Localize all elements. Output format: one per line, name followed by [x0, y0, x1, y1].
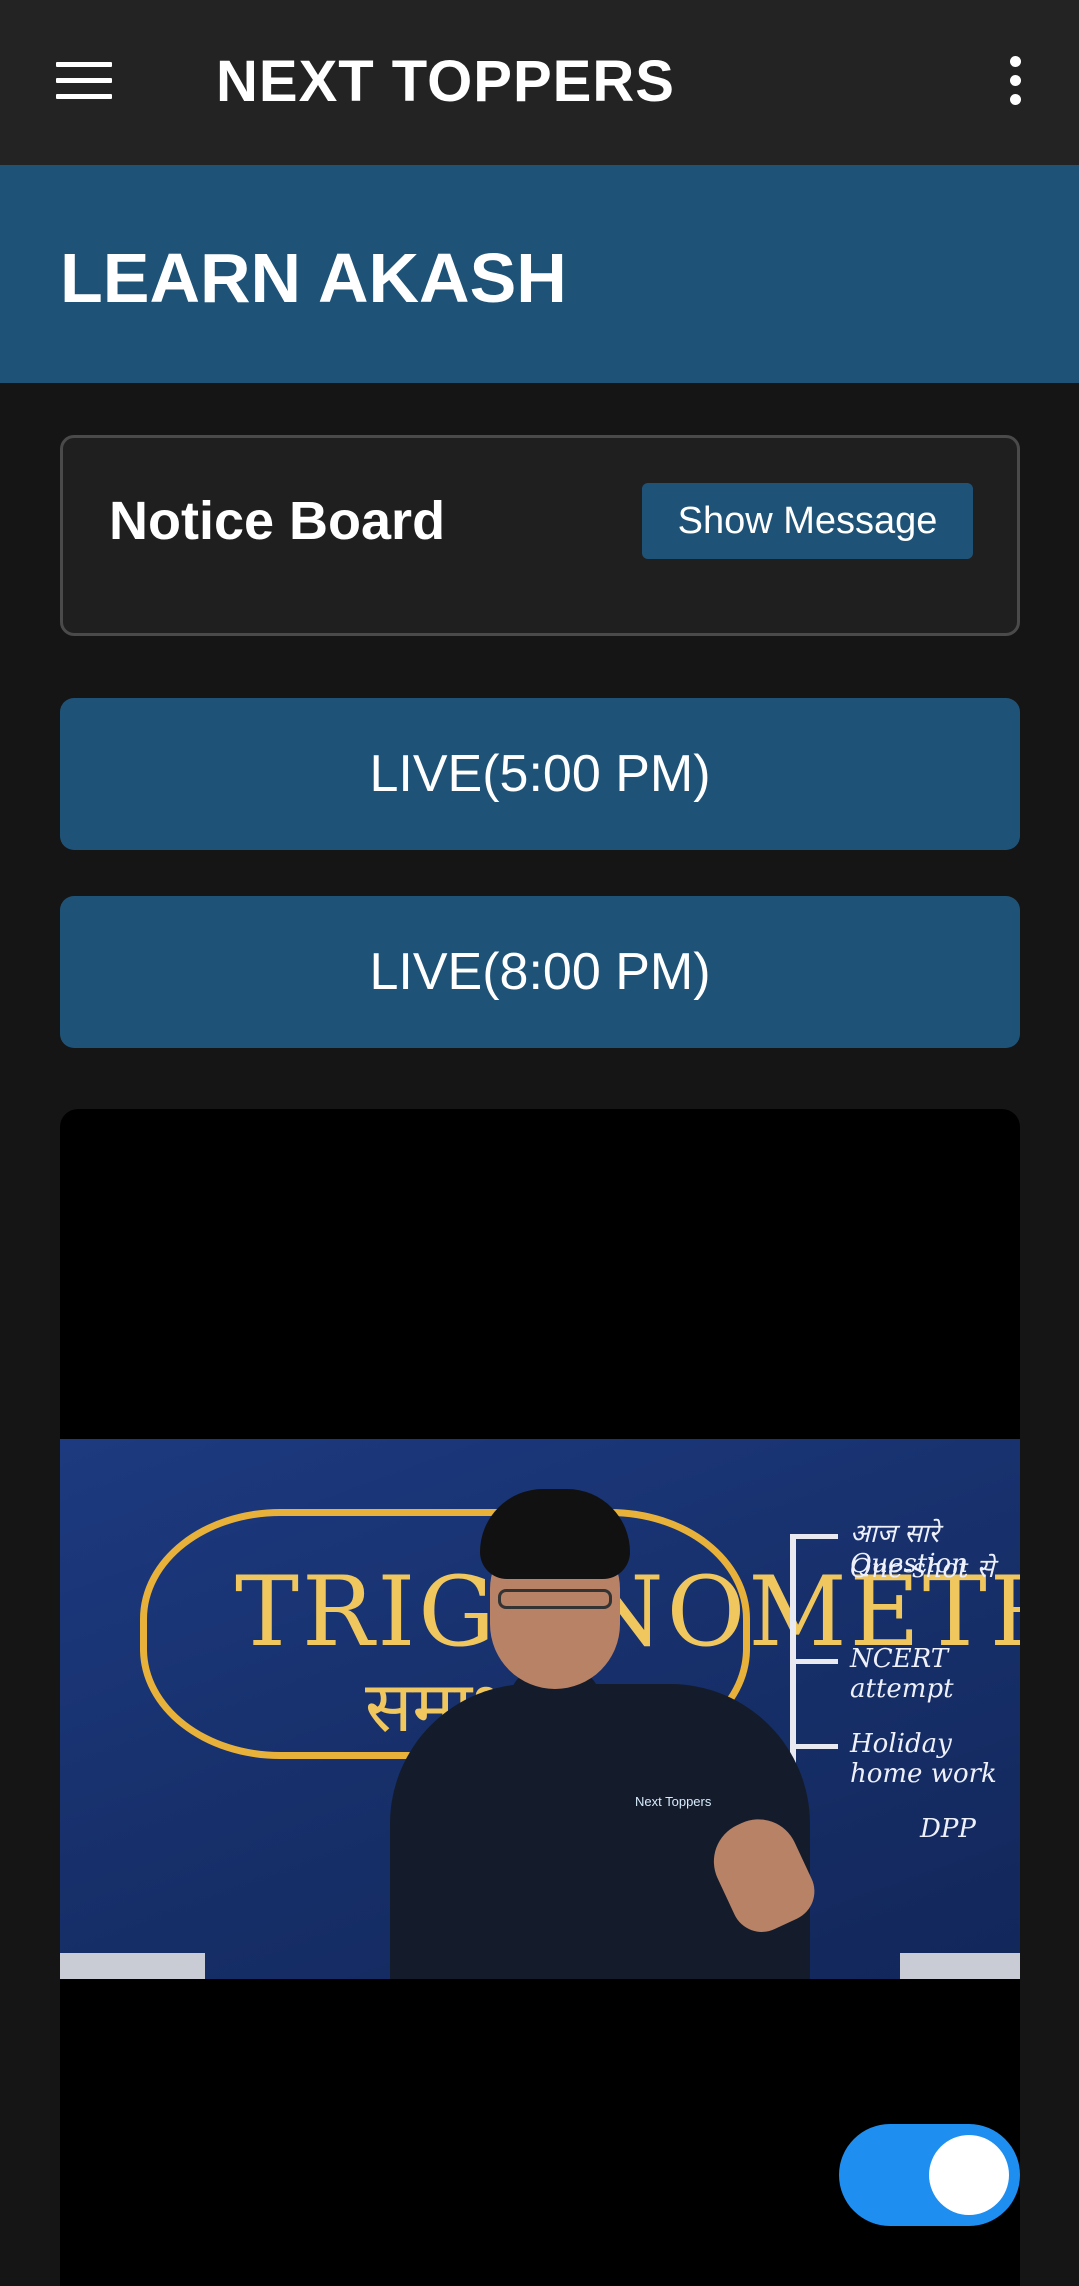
notice-board-title: Notice Board [109, 491, 446, 551]
app-toolbar: NEXT TOPPERS [0, 0, 1079, 165]
toggle-switch[interactable] [839, 2124, 1020, 2226]
board-note: NCERT attempt [850, 1644, 954, 1704]
live-8pm-button[interactable]: LIVE(8:00 PM) [60, 896, 1020, 1048]
board-note: Holiday home work [850, 1729, 997, 1789]
app-title: NEXT TOPPERS [216, 49, 675, 114]
board-note: One-shot से [850, 1554, 995, 1584]
more-vertical-icon[interactable] [980, 40, 1050, 120]
course-banner: LEARN AKASH [0, 165, 1079, 383]
video-thumbnail: TRIGONOMETRY समाधान आज सारे Question One… [60, 1439, 1020, 1979]
toggle-knob [929, 2135, 1009, 2215]
course-title: LEARN AKASH [60, 239, 567, 317]
board-note: DPP [920, 1814, 976, 1844]
presenter-figure: Next Toppers [390, 1489, 825, 1979]
live-5pm-button[interactable]: LIVE(5:00 PM) [60, 698, 1020, 850]
whiteboard-nav-bar [900, 1953, 1020, 1979]
shirt-logo: Next Toppers [635, 1794, 712, 1809]
show-message-button[interactable]: Show Message [642, 483, 973, 559]
app-screen: NEXT TOPPERS LEARN AKASH Notice Board Sh… [0, 0, 1079, 2286]
notice-board-card: Notice Board Show Message [60, 435, 1020, 636]
hamburger-menu-icon[interactable] [40, 40, 130, 120]
video-player[interactable]: TRIGONOMETRY समाधान आज सारे Question One… [60, 1109, 1020, 2286]
whiteboard-tools-bar [60, 1953, 205, 1979]
